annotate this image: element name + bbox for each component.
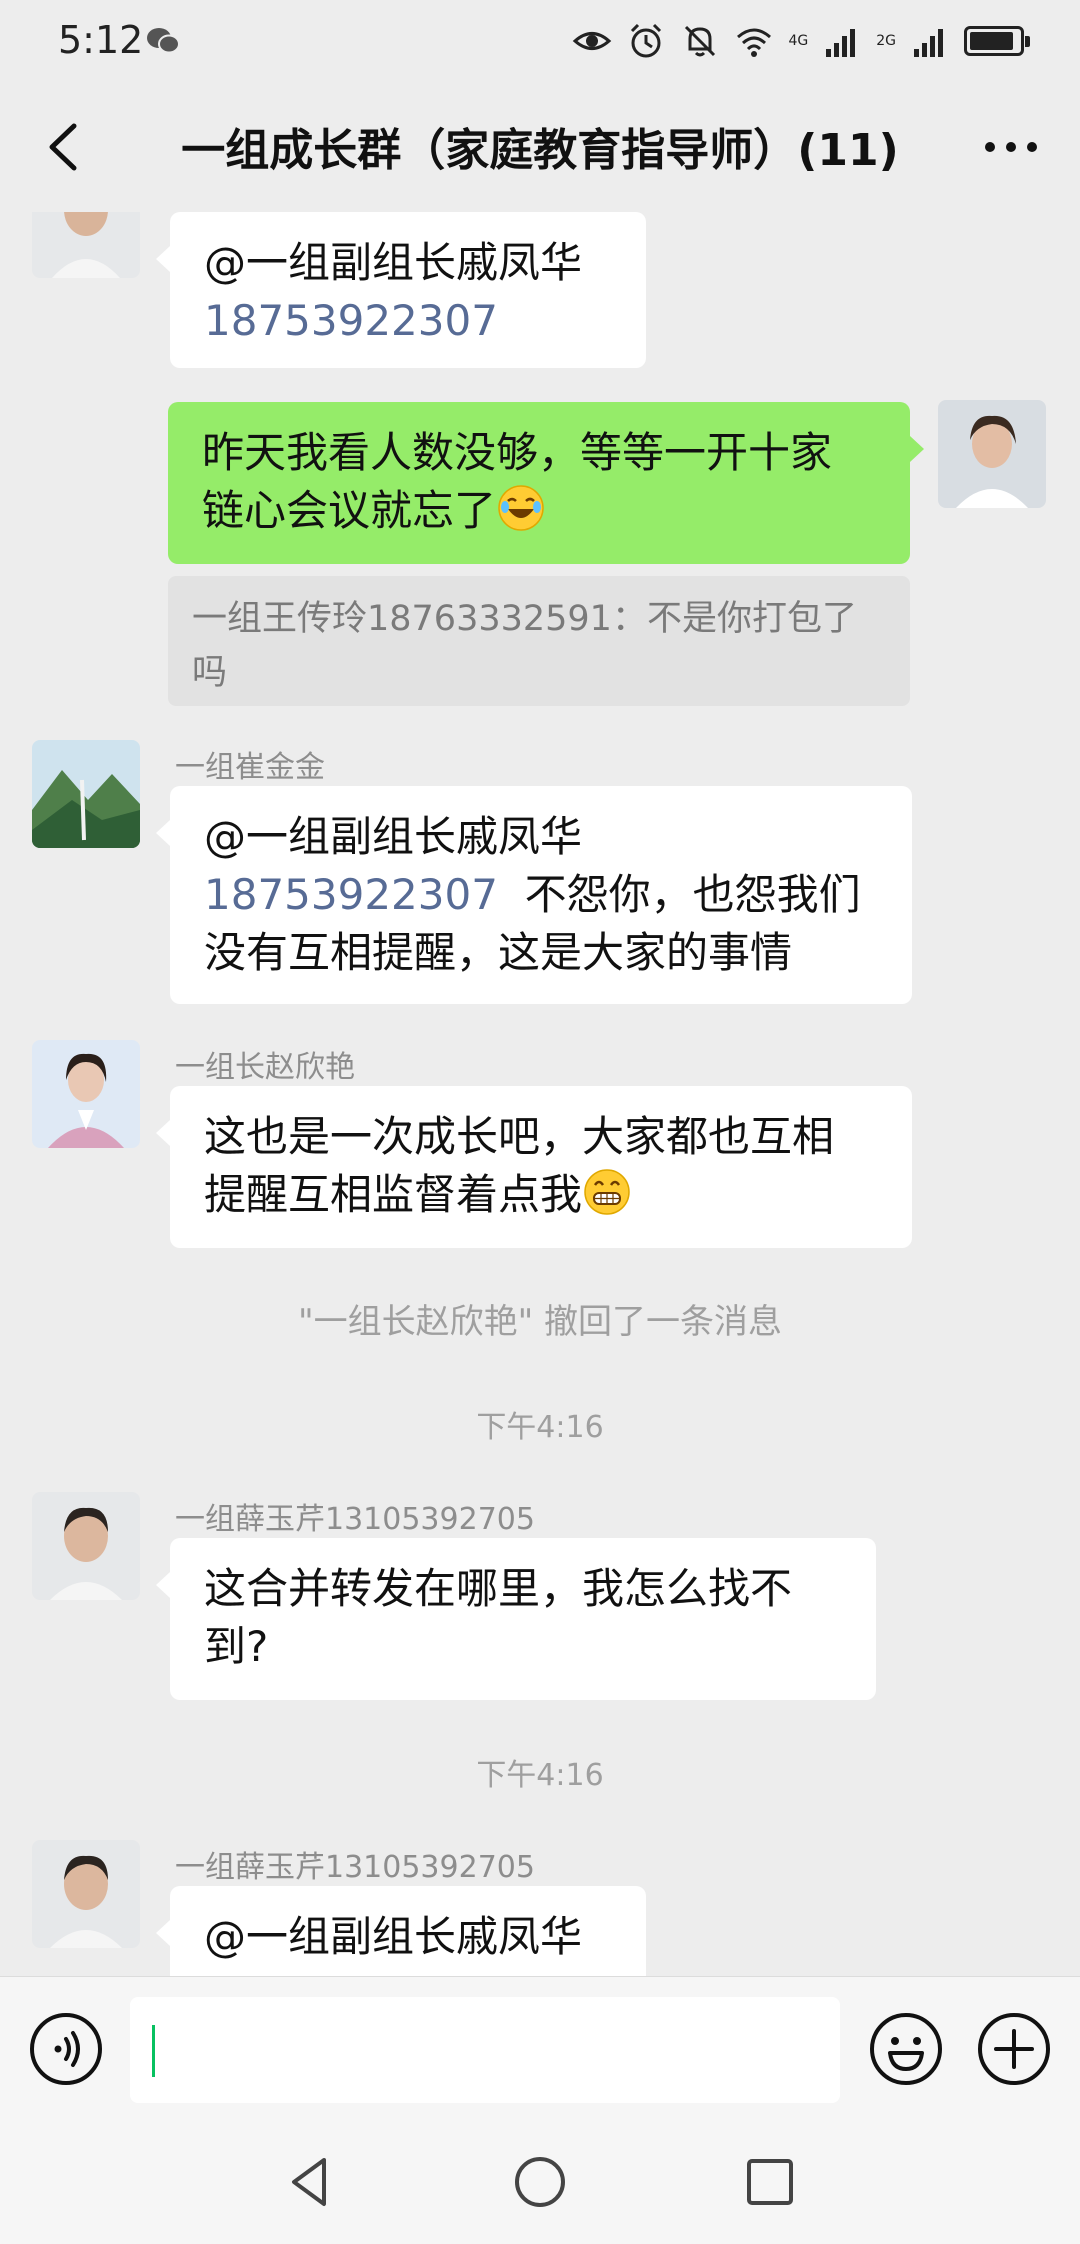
phone-number-link[interactable]: 18753922307 (204, 292, 612, 350)
avatar-self[interactable] (938, 400, 1046, 508)
message-text: 不怨你，也怨我们 (524, 870, 861, 919)
message-text: @一组副组长戚凤华 (204, 1912, 583, 1961)
message-bubble[interactable]: @一组副组长戚凤华 (156, 1886, 646, 1976)
network-type-2: 2G (876, 33, 896, 49)
avatar-photo-icon (32, 1040, 140, 1148)
message-text: 链心会议就忘了 (202, 486, 497, 535)
sender-name: 一组薛玉芹13105392705 (175, 1850, 535, 1885)
message-text: @一组副组长戚凤华 (204, 812, 583, 861)
back-arrow-icon[interactable] (30, 112, 100, 182)
message-text: 这合并转发在哪里，我怎么找不 (204, 1564, 793, 1613)
voice-icon[interactable] (28, 2011, 104, 2087)
wechat-notification-icon (147, 28, 180, 54)
network-type-1: 4G (788, 33, 809, 49)
avatar[interactable] (32, 1492, 140, 1600)
grinning-emoji-icon (584, 1169, 630, 1215)
sender-name: 一组长赵欣艳 (175, 1050, 355, 1085)
status-bar: 5:12 4G 2G (0, 0, 1080, 82)
avatar-photo-icon (32, 1840, 140, 1948)
wifi-icon (737, 28, 772, 57)
message-bubble-self[interactable]: 昨天我看人数没够，等等一开十家 链心会议就忘了 (168, 402, 924, 564)
mute-bell-icon (685, 25, 716, 57)
nav-back-icon[interactable] (280, 2152, 340, 2212)
status-icons: 4G 2G (572, 18, 1030, 64)
avatar[interactable] (32, 1040, 140, 1148)
sender-name: 一组崔金金 (175, 750, 325, 785)
laughing-tears-emoji-icon (498, 485, 544, 531)
message-bubble[interactable]: 这也是一次成长吧，大家都也互相 提醒互相监督着点我 (156, 1086, 912, 1248)
recall-note: "一组长赵欣艳" 撤回了一条消息 (297, 1302, 783, 1342)
avatar-photo-icon (938, 400, 1046, 508)
plus-icon[interactable] (976, 2011, 1052, 2087)
emoji-icon[interactable] (868, 2011, 944, 2087)
avatar[interactable] (32, 740, 140, 848)
timestamp: 下午4:16 (476, 1758, 604, 1793)
timestamp: 下午4:16 (476, 1410, 604, 1445)
message-bubble[interactable]: @一组副组长戚凤华 18753922307 (156, 212, 646, 368)
eye-icon (573, 32, 612, 50)
status-time: 5:12 (58, 18, 144, 62)
signal-icon (826, 29, 856, 57)
avatar[interactable] (32, 212, 140, 278)
phone-number-link[interactable]: 18753922307 (204, 870, 498, 919)
message-text: @一组副组长戚凤华 (204, 238, 583, 287)
system-navigation-bar (0, 2122, 1080, 2244)
text-caret (152, 2025, 155, 2077)
battery-icon (964, 26, 1030, 56)
message-text: 没有互相提醒，这是大家的事情 (204, 928, 793, 977)
alarm-icon (631, 23, 662, 58)
message-text: 提醒互相监督着点我 (204, 1170, 583, 1219)
message-bubble[interactable]: @一组副组长戚凤华 18753922307 不怨你，也怨我们 没有互相提醒，这是… (156, 786, 912, 1004)
quoted-message[interactable]: 一组王传玲18763332591：不是你打包了吗 (168, 576, 910, 706)
nav-home-icon[interactable] (510, 2152, 570, 2212)
nav-recent-icon[interactable] (740, 2152, 800, 2212)
chat-header: 一组成长群（家庭教育指导师）(11) (0, 82, 1080, 212)
more-dots-icon[interactable] (976, 112, 1046, 182)
message-text: 到? (204, 1622, 269, 1671)
sender-name: 一组薛玉芹13105392705 (175, 1502, 535, 1537)
avatar-landscape-icon (32, 740, 140, 848)
message-list[interactable]: @一组副组长戚凤华 18753922307 昨天我看人数没够，等等一开十家 链心… (0, 212, 1080, 1976)
message-bubble[interactable]: 这合并转发在哪里，我怎么找不 到? (156, 1538, 876, 1700)
message-text: 昨天我看人数没够，等等一开十家 (202, 428, 833, 477)
signal-icon-2 (914, 29, 943, 57)
message-input[interactable] (130, 1997, 840, 2103)
message-text: 这也是一次成长吧，大家都也互相 (204, 1112, 835, 1161)
avatar[interactable] (32, 1840, 140, 1948)
avatar-photo-icon (32, 212, 140, 278)
chat-title: 一组成长群（家庭教育指导师）(11) (181, 125, 899, 176)
input-bar (0, 1976, 1080, 2122)
avatar-photo-icon (32, 1492, 140, 1600)
